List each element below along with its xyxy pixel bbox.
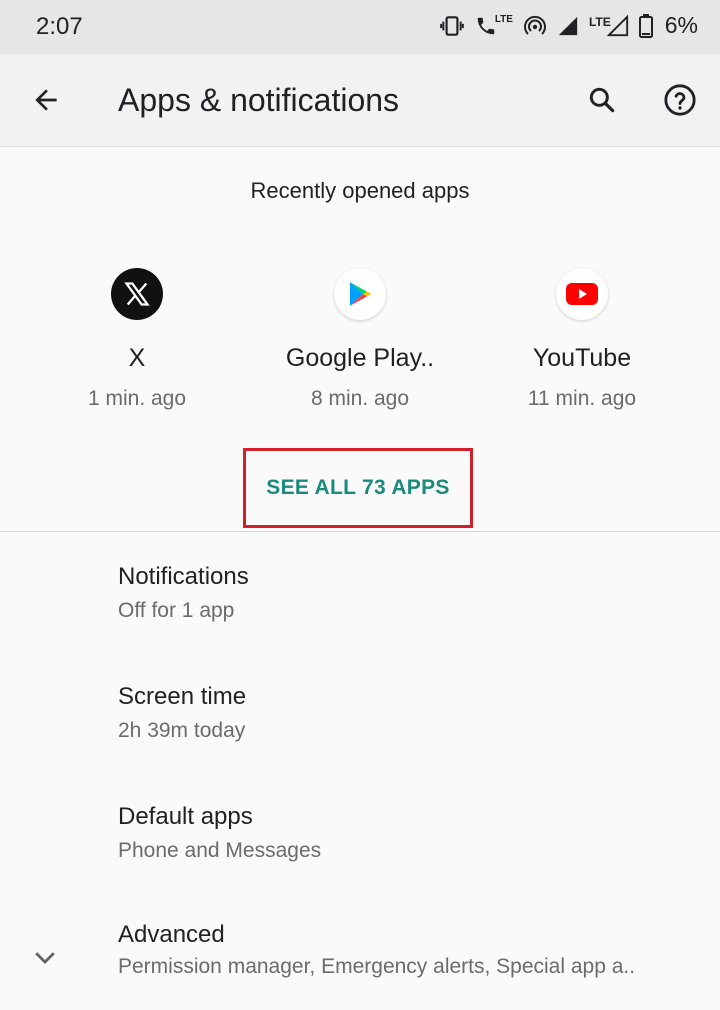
- setting-advanced[interactable]: Advanced Permission manager, Emergency a…: [0, 900, 720, 1010]
- back-button[interactable]: [24, 78, 68, 122]
- app-name: YouTube: [532, 344, 632, 372]
- app-name: Google Play..: [285, 344, 435, 372]
- signal-icon: [557, 15, 579, 37]
- setting-title: Notifications: [118, 563, 249, 590]
- app-last-opened: 1 min. ago: [87, 387, 187, 410]
- status-time: 2:07: [36, 13, 83, 40]
- recent-app-x[interactable]: X 1 min. ago: [26, 262, 248, 411]
- youtube-icon: [556, 268, 608, 320]
- help-icon: [664, 84, 696, 116]
- setting-title: Default apps: [118, 803, 253, 830]
- search-icon: [589, 87, 615, 113]
- setting-default-apps[interactable]: Default apps Phone and Messages: [0, 780, 720, 890]
- app-last-opened: 11 min. ago: [527, 387, 637, 410]
- recent-app-youtube[interactable]: YouTube 11 min. ago: [471, 262, 693, 411]
- see-all-apps-button[interactable]: SEE ALL 73 APPS: [246, 451, 470, 525]
- setting-notifications[interactable]: Notifications Off for 1 app: [0, 540, 720, 650]
- setting-title: Screen time: [118, 683, 247, 710]
- x-logo-icon: [111, 268, 163, 320]
- status-icons: LTE LTE 6%: [439, 12, 698, 39]
- recent-app-google-play[interactable]: Google Play.. 8 min. ago: [249, 262, 471, 411]
- vibrate-icon: [439, 13, 465, 39]
- search-button[interactable]: [580, 78, 624, 122]
- setting-summary: Off for 1 app: [118, 599, 235, 622]
- status-bar: 2:07 LTE LTE 6%: [0, 0, 720, 54]
- volte-call-icon: LTE: [475, 14, 513, 38]
- page-title: Apps & notifications: [118, 82, 400, 118]
- back-arrow-icon: [35, 89, 57, 111]
- chevron-down-icon: [35, 952, 55, 964]
- setting-screen-time[interactable]: Screen time 2h 39m today: [0, 660, 720, 770]
- setting-title: Advanced: [118, 921, 225, 948]
- app-last-opened: 8 min. ago: [310, 387, 410, 410]
- app-name: X: [128, 344, 146, 372]
- hotspot-icon: [523, 14, 547, 38]
- setting-summary: Phone and Messages: [118, 839, 322, 862]
- google-play-icon: [334, 268, 386, 320]
- lte-signal-icon: LTE: [589, 14, 629, 37]
- setting-summary: 2h 39m today: [118, 719, 246, 742]
- volte-lte-label: LTE: [494, 13, 513, 25]
- battery-icon: [638, 13, 653, 38]
- setting-summary: Permission manager, Emergency alerts, Sp…: [118, 955, 636, 978]
- recent-apps-header: Recently opened apps: [250, 178, 470, 203]
- battery-percent: 6%: [664, 12, 698, 38]
- help-button[interactable]: [658, 78, 702, 122]
- app-bar: Apps & notifications: [0, 54, 720, 147]
- section-divider: [0, 531, 720, 532]
